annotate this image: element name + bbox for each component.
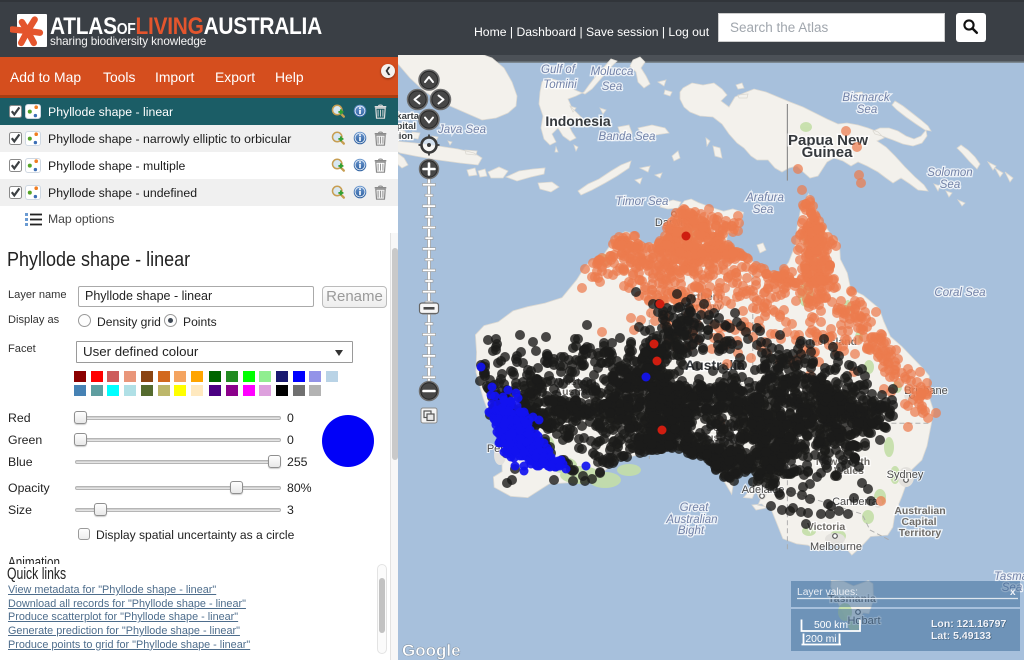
svg-text:Indonesia: Indonesia (545, 113, 611, 129)
svg-text:Gulf of: Gulf of (541, 64, 577, 76)
svg-text:Melbourne: Melbourne (810, 541, 862, 553)
svg-text:Molucca: Molucca (591, 66, 634, 78)
svg-text:Sydney: Sydney (887, 469, 924, 481)
svg-text:Sea: Sea (857, 104, 877, 116)
svg-text:Great: Great (680, 502, 710, 514)
svg-text:Tomini: Tomini (543, 79, 577, 91)
svg-text:Guinea: Guinea (802, 144, 854, 161)
svg-text:200 mi: 200 mi (805, 634, 836, 645)
svg-text:Banda Sea: Banda Sea (599, 131, 656, 143)
svg-text:Bismarck: Bismarck (842, 92, 891, 104)
svg-text:Territory: Territory (899, 527, 942, 539)
svg-text:Sea: Sea (940, 179, 960, 191)
svg-text:Arafura: Arafura (745, 192, 784, 204)
svg-text:Lon: 121.16797: Lon: 121.16797 (931, 618, 1006, 630)
svg-text:500 km: 500 km (814, 620, 848, 631)
svg-text:Java Sea: Java Sea (437, 124, 486, 136)
svg-text:gion: gion (398, 131, 413, 142)
svg-text:Coral Sea: Coral Sea (934, 287, 985, 299)
svg-text:Google: Google (402, 641, 461, 660)
svg-text:Solomon: Solomon (927, 167, 972, 179)
svg-text:Bight: Bight (678, 525, 705, 537)
svg-text:Timor Sea: Timor Sea (616, 196, 669, 208)
svg-text:Victoria: Victoria (807, 521, 845, 533)
svg-text:Layer values:: Layer values: (797, 587, 858, 598)
svg-text:Sea: Sea (753, 204, 773, 216)
svg-text:Sea: Sea (602, 81, 622, 93)
svg-text:Lat: 5.49133: Lat: 5.49133 (931, 630, 991, 642)
svg-text:x: x (1010, 587, 1016, 598)
